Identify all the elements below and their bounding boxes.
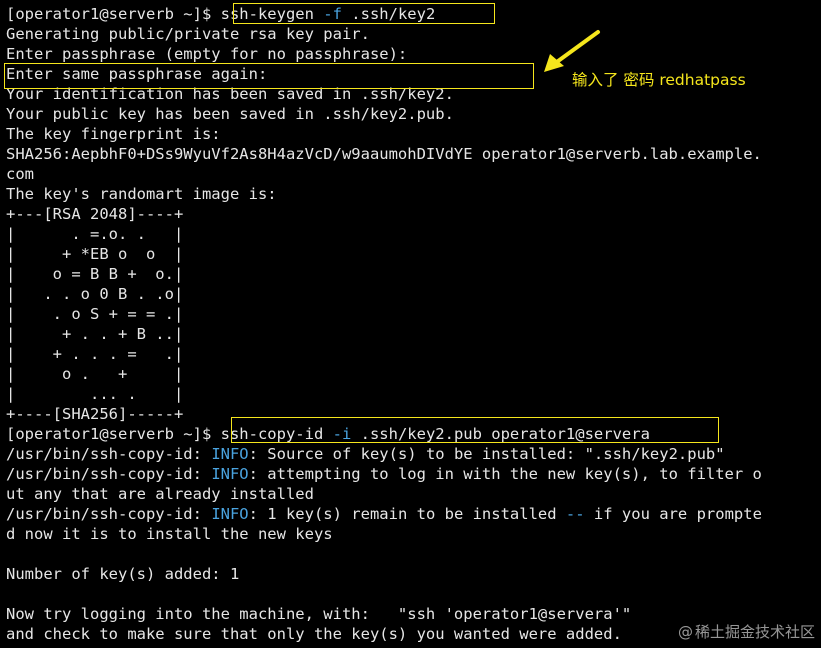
watermark-text: 稀土掘金技术社区: [694, 623, 815, 641]
watermark-at-icon: @: [677, 623, 693, 641]
terminal-line: | + *EB o o |: [6, 244, 183, 264]
terminal-line: and check to make sure that only the key…: [6, 624, 622, 644]
terminal-line: Enter passphrase (empty for no passphras…: [6, 44, 407, 64]
highlight-box-keygen-command: [233, 3, 495, 24]
watermark: @ 稀土掘金技术社区: [678, 622, 815, 642]
terminal-text: [operator1@serverb ~]$: [6, 5, 221, 23]
terminal-text: Number of key(s) added: 1: [6, 565, 240, 583]
highlight-box-passphrase-again: [4, 63, 534, 89]
terminal-token-info: INFO: [211, 445, 249, 463]
terminal-text: Generating public/private rsa key pair.: [6, 25, 370, 43]
terminal-text: | . . o 0 B . .o|: [6, 285, 184, 303]
terminal-text: The key's randomart image is:: [6, 185, 277, 203]
terminal-line: The key's randomart image is:: [6, 184, 277, 204]
terminal-line: | . . o 0 B . .o|: [6, 284, 183, 304]
terminal-line: | o = B B + o.|: [6, 264, 183, 284]
terminal-text: [operator1@serverb ~]$: [6, 425, 221, 443]
terminal-text: | + *EB o o |: [6, 245, 184, 263]
terminal-text: | o . + |: [6, 365, 184, 383]
terminal-line: Generating public/private rsa key pair.: [6, 24, 370, 44]
terminal-window[interactable]: [operator1@serverb ~]$ ssh-keygen -f .ss…: [0, 0, 821, 648]
terminal-line: Now try logging into the machine, with: …: [6, 604, 631, 624]
terminal-line: com: [6, 164, 34, 184]
terminal-text: | . o S + = = .|: [6, 305, 184, 323]
terminal-text: /usr/bin/ssh-copy-id:: [6, 505, 212, 523]
annotation-note: 输入了 密码 redhatpass: [572, 71, 746, 89]
terminal-text: Now try logging into the machine, with: …: [6, 605, 632, 623]
terminal-line: +---[RSA 2048]----+: [6, 204, 183, 224]
terminal-text: | + . . . = .|: [6, 345, 184, 363]
terminal-line: | . =.o. . |: [6, 224, 183, 244]
terminal-text: : 1 key(s) remain to be installed: [248, 505, 566, 523]
terminal-text: Your public key has been saved in .ssh/k…: [6, 105, 454, 123]
terminal-text: +----[SHA256]-----+: [6, 405, 184, 423]
terminal-text: com: [6, 165, 34, 183]
terminal-text: Enter passphrase (empty for no passphras…: [6, 45, 408, 63]
terminal-text: : attempting to log in with the new key(…: [248, 465, 762, 483]
terminal-line: | o . + |: [6, 364, 183, 384]
terminal-line: The key fingerprint is:: [6, 124, 221, 144]
terminal-line: | + . . . = .|: [6, 344, 183, 364]
highlight-box-copy-id-command: [231, 417, 719, 443]
terminal-line: SHA256:AepbhF0+DSs9WyuVf2As8H4azVcD/w9aa…: [6, 144, 762, 164]
terminal-text: SHA256:AepbhF0+DSs9WyuVf2As8H4azVcD/w9aa…: [6, 145, 762, 163]
terminal-text: The key fingerprint is:: [6, 125, 221, 143]
terminal-line: | + . . + B ..|: [6, 324, 183, 344]
terminal-line: d now it is to install the new keys: [6, 524, 333, 544]
terminal-line: | . o S + = = .|: [6, 304, 183, 324]
terminal-token-info: INFO: [211, 505, 249, 523]
terminal-line: /usr/bin/ssh-copy-id: INFO: attempting t…: [6, 464, 762, 484]
terminal-token-info: INFO: [211, 465, 249, 483]
terminal-text: ut any that are already installed: [6, 485, 314, 503]
terminal-text: | ... . |: [6, 385, 184, 403]
terminal-line: +----[SHA256]-----+: [6, 404, 183, 424]
terminal-text: if you are prompte: [584, 505, 762, 523]
terminal-text: /usr/bin/ssh-copy-id:: [6, 445, 212, 463]
terminal-text: and check to make sure that only the key…: [6, 625, 622, 643]
terminal-text: | + . . + B ..|: [6, 325, 184, 343]
terminal-line: Your public key has been saved in .ssh/k…: [6, 104, 454, 124]
terminal-text: | o = B B + o.|: [6, 265, 184, 283]
terminal-text: | . =.o. . |: [6, 225, 184, 243]
terminal-text: d now it is to install the new keys: [6, 525, 333, 543]
terminal-line: ut any that are already installed: [6, 484, 314, 504]
terminal-token-dash: --: [565, 505, 585, 523]
terminal-line: | ... . |: [6, 384, 183, 404]
terminal-line: Number of key(s) added: 1: [6, 564, 239, 584]
terminal-text: : Source of key(s) to be installed: ".ss…: [248, 445, 725, 463]
terminal-text: +---[RSA 2048]----+: [6, 205, 184, 223]
terminal-line: /usr/bin/ssh-copy-id: INFO: 1 key(s) rem…: [6, 504, 762, 524]
terminal-text: /usr/bin/ssh-copy-id:: [6, 465, 212, 483]
terminal-line: /usr/bin/ssh-copy-id: INFO: Source of ke…: [6, 444, 725, 464]
